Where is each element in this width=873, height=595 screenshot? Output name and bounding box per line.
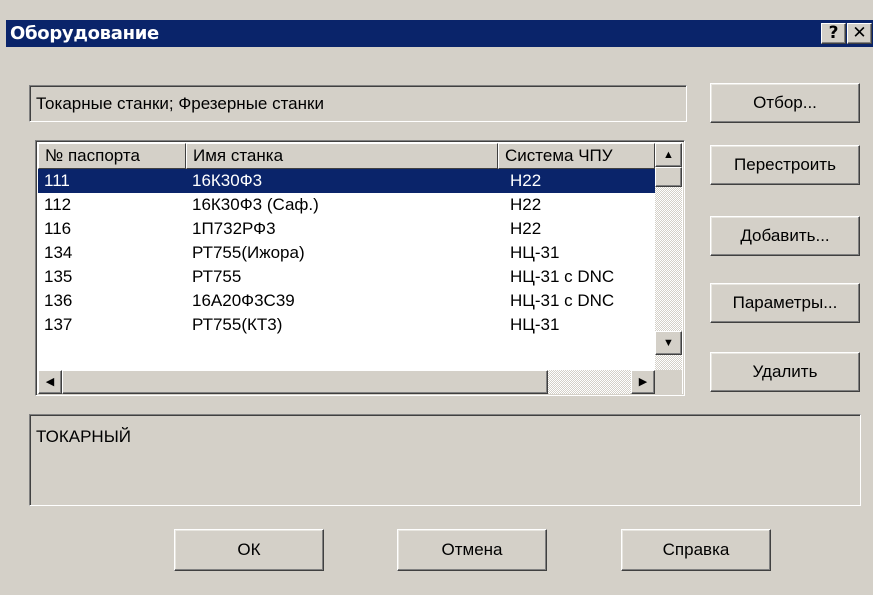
cell-cnc-system: Н22 bbox=[510, 171, 542, 190]
cell-machine-name: РТ755(Ижора) bbox=[192, 243, 305, 262]
cell-cnc-system: НЦ-31 с DNC bbox=[510, 267, 615, 286]
equipment-list[interactable]: № паспорта Имя станка Система ЧПУ 111 16К… bbox=[35, 140, 685, 396]
table-row[interactable]: 136 16А20Ф3С39 НЦ-31 с DNC bbox=[38, 289, 655, 313]
list-rows: 111 16К30Ф3 Н22 112 16К30Ф3 (Саф.) Н22 116 1П73… bbox=[38, 169, 655, 370]
scroll-left-icon[interactable]: ◀ bbox=[38, 370, 62, 394]
scroll-right-icon[interactable]: ▶ bbox=[631, 370, 655, 394]
close-icon[interactable]: ✕ bbox=[847, 23, 872, 44]
cell-cnc-system: НЦ-31 с DNC bbox=[510, 291, 615, 310]
filter-field: Токарные станки; Фрезерные станки bbox=[29, 85, 687, 122]
list-header: № паспорта Имя станка Система ЧПУ bbox=[38, 143, 655, 169]
cell-machine-name: 16К30Ф3 (Саф.) bbox=[192, 195, 319, 214]
cell-cnc-system: НЦ-31 bbox=[510, 315, 560, 334]
help-button[interactable]: Справка bbox=[621, 529, 771, 571]
scroll-corner bbox=[655, 370, 682, 394]
description-field: ТОКАРНЫЙ bbox=[29, 414, 861, 506]
cell-passport: 112 bbox=[44, 195, 72, 214]
cell-machine-name: 16К30Ф3 bbox=[192, 171, 263, 190]
table-row[interactable]: 137 РТ755(КТ3) НЦ-31 bbox=[38, 313, 655, 337]
table-row[interactable]: 116 1П732РФ3 Н22 bbox=[38, 217, 655, 241]
window-title: Оборудование bbox=[10, 23, 159, 44]
cell-passport: 137 bbox=[44, 315, 73, 334]
help-icon[interactable]: ? bbox=[821, 23, 846, 44]
cell-passport: 134 bbox=[44, 243, 73, 262]
filter-value: Токарные станки; Фрезерные станки bbox=[36, 94, 324, 113]
horizontal-scroll-thumb[interactable] bbox=[62, 370, 548, 394]
column-header-cnc[interactable]: Система ЧПУ bbox=[498, 143, 655, 169]
cell-machine-name: 1П732РФ3 bbox=[192, 219, 276, 238]
equipment-dialog: Оборудование ? ✕ Токарные станки; Фрезер… bbox=[0, 0, 873, 595]
table-row[interactable]: 111 16К30Ф3 Н22 bbox=[38, 169, 655, 193]
cell-cnc-system: Н22 bbox=[510, 195, 542, 214]
table-row[interactable]: 135 РТ755 НЦ-31 с DNC bbox=[38, 265, 655, 289]
description-value: ТОКАРНЫЙ bbox=[36, 427, 131, 446]
column-header-name[interactable]: Имя станка bbox=[186, 143, 498, 169]
ok-button[interactable]: ОК bbox=[174, 529, 324, 571]
select-button[interactable]: Отбор... bbox=[710, 83, 860, 123]
column-header-passport[interactable]: № паспорта bbox=[38, 143, 186, 169]
cell-cnc-system: Н22 bbox=[510, 219, 542, 238]
rebuild-button[interactable]: Перестроить bbox=[710, 145, 860, 185]
vertical-scrollbar[interactable]: ▲ ▼ bbox=[655, 143, 682, 370]
parameters-button[interactable]: Параметры... bbox=[710, 283, 860, 323]
vertical-scroll-thumb[interactable] bbox=[655, 167, 682, 187]
cell-cnc-system: НЦ-31 bbox=[510, 243, 560, 262]
cell-passport: 116 bbox=[44, 219, 72, 238]
scroll-down-icon[interactable]: ▼ bbox=[655, 331, 682, 355]
cell-passport: 135 bbox=[44, 267, 73, 286]
cell-machine-name: РТ755(КТ3) bbox=[192, 315, 283, 334]
cell-machine-name: РТ755 bbox=[192, 267, 242, 286]
scroll-up-icon[interactable]: ▲ bbox=[655, 143, 682, 167]
add-button[interactable]: Добавить... bbox=[710, 216, 860, 256]
cancel-button[interactable]: Отмена bbox=[397, 529, 547, 571]
table-row[interactable]: 112 16К30Ф3 (Саф.) Н22 bbox=[38, 193, 655, 217]
horizontal-scrollbar[interactable]: ◀ ▶ bbox=[38, 370, 655, 394]
table-row[interactable]: 134 РТ755(Ижора) НЦ-31 bbox=[38, 241, 655, 265]
title-bar[interactable]: Оборудование ? ✕ bbox=[6, 20, 873, 47]
cell-passport: 111 bbox=[44, 171, 70, 190]
delete-button[interactable]: Удалить bbox=[710, 352, 860, 392]
cell-passport: 136 bbox=[44, 291, 73, 310]
cell-machine-name: 16А20Ф3С39 bbox=[192, 291, 295, 310]
